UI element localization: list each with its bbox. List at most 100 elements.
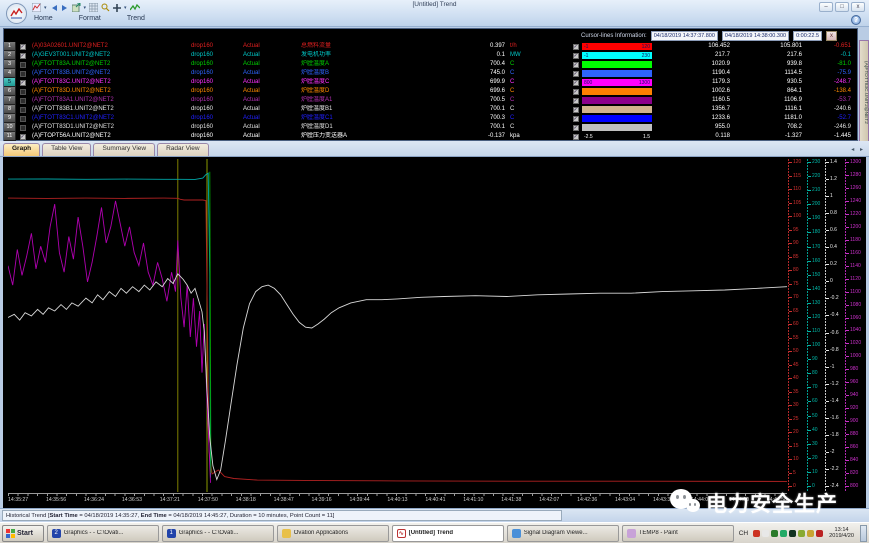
row-checkbox[interactable]: ✓ <box>16 44 29 50</box>
scale-bar[interactable] <box>582 97 652 104</box>
tab-format[interactable]: Format <box>75 14 105 23</box>
tab-table-view[interactable]: Table View <box>42 143 91 156</box>
tab-radar-view[interactable]: Radar View <box>157 143 208 156</box>
axis-tick-label: 1000 <box>850 353 861 359</box>
tab-graph-view[interactable]: Graph <box>3 143 40 156</box>
cursor-duration-field[interactable]: 0:00:22.5 <box>793 31 822 41</box>
grid-view-icon[interactable] <box>89 3 98 12</box>
axis-tick-label: 220 <box>812 173 820 179</box>
tab-scroll-arrows[interactable]: ◂ ▸ <box>851 146 865 153</box>
cursor-close-icon[interactable]: x <box>826 31 837 41</box>
row-checkbox[interactable] <box>16 98 29 104</box>
cursor-row-checkbox[interactable]: ✓ <box>569 125 582 131</box>
row-checkbox[interactable] <box>16 107 29 113</box>
start-button[interactable]: Start <box>2 525 44 542</box>
taskbar-item[interactable]: 1Graphics - - C:\Ovati... <box>162 525 274 542</box>
cursor-row-checkbox[interactable]: ✓ <box>569 107 582 113</box>
cursor-row-checkbox[interactable]: ✓ <box>569 98 582 104</box>
scale-bar[interactable]: -1230 <box>582 52 652 59</box>
tab-summary-view[interactable]: Summary View <box>93 143 155 156</box>
tray-record-icon[interactable] <box>816 530 823 537</box>
cursor-row-checkbox[interactable]: ✓ <box>569 116 582 122</box>
cursor-row-checkbox[interactable]: ✓ <box>569 44 582 50</box>
table-row[interactable]: 6(A)FTOTT83D.UNIT2@NET2drop160Actual炉膛温度… <box>4 87 857 96</box>
scale-bar[interactable]: -2.51.5 <box>582 133 652 140</box>
table-row[interactable]: 4(A)FTOTT83B.UNIT2@NET2drop160Actual炉膛温度… <box>4 69 857 78</box>
axis-tick-label: -0.4 <box>830 312 839 318</box>
clock[interactable]: 13:14 2019/4/20 <box>826 527 857 539</box>
cursor-row-checkbox[interactable]: ✓ <box>569 80 582 86</box>
tab-trend[interactable]: Trend <box>123 14 149 23</box>
table-row[interactable]: 5✓(A)FTOTT83C.UNIT2@NET2drop160Actual炉膛温… <box>4 78 857 87</box>
table-row[interactable]: 9(A)FTOTT83C1.UNIT2@NET2drop160Actual炉膛温… <box>4 114 857 123</box>
cursor-row-checkbox[interactable]: ✓ <box>569 71 582 77</box>
help-button[interactable]: ? <box>851 15 861 25</box>
zoom-icon[interactable] <box>101 3 110 12</box>
row-checkbox[interactable] <box>16 125 29 131</box>
export-dropdown[interactable]: ▾ <box>84 5 87 11</box>
plot-area[interactable] <box>8 159 787 492</box>
row-checkbox[interactable]: ✓ <box>16 134 29 140</box>
scale-bar[interactable]: -1120 <box>582 43 652 50</box>
row-checkbox[interactable] <box>16 62 29 68</box>
back-icon[interactable] <box>50 3 58 12</box>
chart-type-icon[interactable] <box>32 3 41 12</box>
taskbar-item[interactable]: 2Graphics - - C:\Ovati... <box>47 525 159 542</box>
cursor-row-checkbox[interactable]: ✓ <box>569 62 582 68</box>
app-menu-button[interactable] <box>6 3 27 24</box>
table-row[interactable]: 8(A)FTOTT83B1.UNIT2@NET2drop160Actual炉膛温… <box>4 105 857 114</box>
tag-description: 发电机功率 <box>301 51 423 60</box>
add-scan-icon[interactable] <box>113 3 121 12</box>
tray-gear-icon[interactable] <box>798 530 805 537</box>
taskbar-item[interactable]: Ovation Applications <box>277 525 389 542</box>
language-indicator[interactable]: CH <box>737 530 750 537</box>
table-row[interactable]: 10(A)FTOTT83D1.UNIT2@NET2drop160Actual炉膛… <box>4 123 857 132</box>
show-desktop-button[interactable] <box>860 525 867 542</box>
tray-flag-icon[interactable] <box>762 530 769 537</box>
table-row[interactable]: 11✓(A)FTOPT56A.UNIT2@NET2drop160Actual炉膛… <box>4 132 857 141</box>
row-checkbox[interactable] <box>16 71 29 77</box>
tray-green-shield-icon[interactable] <box>771 530 778 537</box>
taskbar-item[interactable]: TEMP8 - Paint <box>622 525 734 542</box>
scale-bar[interactable]: 8001300 <box>582 79 652 86</box>
table-row[interactable]: 1✓(A)03A02601.UNIT2@NET2drop160Actual总燃料… <box>4 42 857 51</box>
table-row[interactable]: 2✓(A)GEV3T001.UNIT2@NET2drop160Actual发电机… <box>4 51 857 60</box>
tray-teal-icon[interactable] <box>780 530 787 537</box>
signal-diagram-icon <box>512 529 521 538</box>
axis-tick-label: 80 <box>812 370 818 376</box>
axis-tick-label: 50 <box>812 413 818 419</box>
taskbar-item[interactable]: ∿[Untitled] Trend <box>392 525 504 542</box>
scale-bar[interactable] <box>582 61 652 68</box>
table-row[interactable]: 7(A)FTOTT83A1.UNIT2@NET2drop160Actual炉膛温… <box>4 96 857 105</box>
close-button[interactable]: x <box>851 2 865 12</box>
side-panel-tab[interactable]: (A)FTOTT83C.UNIT2@NET2 <box>859 40 869 142</box>
tray-red-icon[interactable] <box>753 530 760 537</box>
scale-bar[interactable] <box>582 70 652 77</box>
cursor-row-checkbox[interactable]: ✓ <box>569 89 582 95</box>
minimize-button[interactable]: – <box>819 2 833 12</box>
cursor-row-checkbox[interactable]: ✓ <box>569 134 582 140</box>
chart-type-dropdown[interactable]: ▾ <box>44 5 47 11</box>
taskbar-item[interactable]: Signal Diagram Viewe... <box>507 525 619 542</box>
table-row[interactable]: 3(A)FTOTT83A.UNIT2@NET2drop160Actual炉膛温度… <box>4 60 857 69</box>
scale-bar[interactable] <box>582 88 652 95</box>
tray-monitor-icon[interactable] <box>789 530 796 537</box>
row-checkbox[interactable]: ✓ <box>16 53 29 59</box>
forward-icon[interactable] <box>61 3 69 12</box>
scale-bar[interactable] <box>582 124 652 131</box>
cursor-row-checkbox[interactable]: ✓ <box>569 53 582 59</box>
row-checkbox[interactable]: ✓ <box>16 80 29 86</box>
row-checkbox[interactable] <box>16 89 29 95</box>
cursor-time2-field[interactable]: 04/18/2019 14:38:00.300 <box>722 31 789 41</box>
row-checkbox[interactable] <box>16 116 29 122</box>
scale-bar[interactable] <box>582 115 652 122</box>
tray-gold-icon[interactable] <box>807 530 814 537</box>
cursor-time1-field[interactable]: 04/18/2019 14:37:37.800 <box>651 31 718 41</box>
trend-graph[interactable]: 1201151101051009590858075706560555045403… <box>3 157 866 508</box>
tab-home[interactable]: Home <box>30 14 57 23</box>
scale-bar[interactable] <box>582 106 652 113</box>
live-trend-icon[interactable] <box>130 3 140 12</box>
export-icon[interactable] <box>72 3 81 12</box>
maximize-button[interactable]: □ <box>835 2 849 12</box>
add-dropdown[interactable]: ▾ <box>124 5 127 11</box>
